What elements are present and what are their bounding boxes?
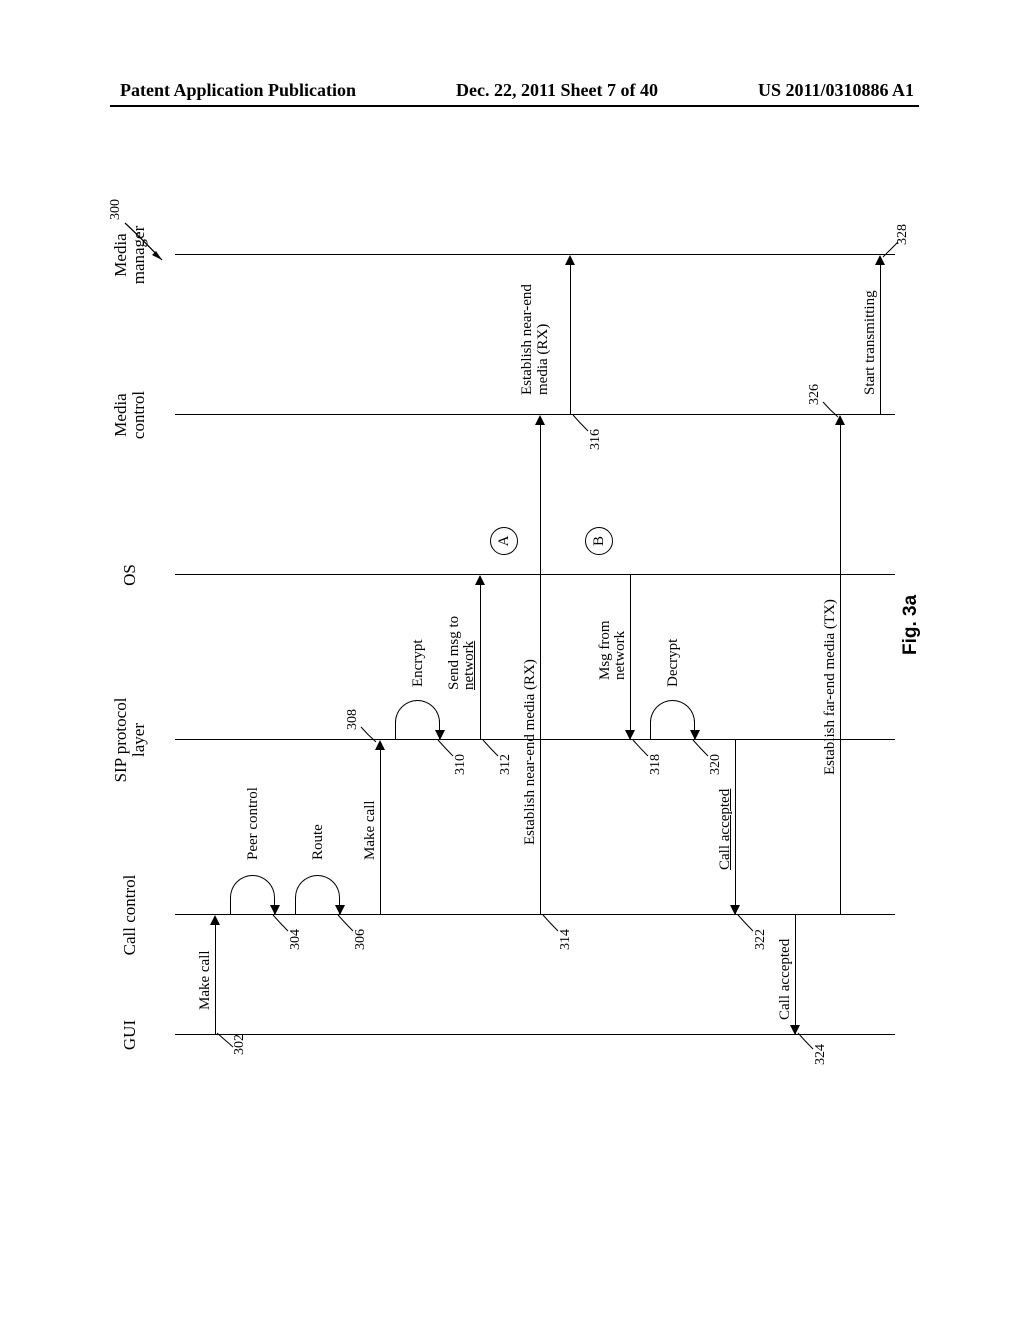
- ref-302: 302: [232, 1034, 248, 1055]
- lifeline-media-control-label: Mediacontrol: [112, 391, 148, 439]
- lifeline-gui-label: GUI: [120, 1020, 140, 1050]
- page-header: Patent Application Publication Dec. 22, …: [0, 80, 1024, 101]
- arrow-312: [480, 585, 481, 740]
- header-left: Patent Application Publication: [120, 80, 356, 101]
- ref-318: 318: [648, 754, 664, 775]
- arrow-314-head: [535, 415, 545, 425]
- msg-306-label: Route: [310, 824, 327, 860]
- header-right: US 2011/0310886 A1: [758, 80, 914, 101]
- marker-b: B: [585, 527, 613, 555]
- lifeline-sip-label: SIP protocollayer: [112, 698, 148, 783]
- lifeline-media-manager: [175, 254, 895, 255]
- marker-a: A: [490, 527, 518, 555]
- ref-314: 314: [558, 929, 574, 950]
- header-center: Dec. 22, 2011 Sheet 7 of 40: [456, 80, 658, 101]
- msg-322-label: Call accepted: [717, 789, 734, 870]
- arrow-316: [570, 265, 571, 415]
- arc-310: [395, 700, 440, 740]
- msg-308-label: Make call: [362, 800, 379, 860]
- arrow-328: [880, 265, 881, 415]
- ref-308: 308: [345, 709, 361, 730]
- ref-312: 312: [498, 754, 514, 775]
- ref-304: 304: [288, 929, 304, 950]
- arrow-312-head: [475, 575, 485, 585]
- ref-326: 326: [807, 384, 823, 405]
- lifeline-os: [175, 574, 895, 575]
- arrow-316-head: [565, 255, 575, 265]
- header-divider: [110, 105, 919, 107]
- ref-306: 306: [353, 929, 369, 950]
- arc-320: [650, 700, 695, 740]
- lifeline-os-label: OS: [120, 564, 140, 586]
- msg-328-label: Start transmitting: [862, 290, 879, 395]
- arc-306: [295, 875, 340, 915]
- ref-310: 310: [453, 754, 469, 775]
- lifeline-call-control-label: Call control: [120, 875, 140, 956]
- lifeline-gui: [175, 1034, 895, 1035]
- arrow-302-head: [210, 915, 220, 925]
- arrow-308: [380, 750, 381, 915]
- ref-322: 322: [753, 929, 769, 950]
- arrow-302: [215, 925, 216, 1035]
- diagram-wrapper: 300 GUI Call control SIP protocollayer O…: [120, 195, 910, 1075]
- arrow-326: [840, 425, 841, 915]
- ref-328: 328: [895, 224, 911, 245]
- msg-312-label: Send msg tonetwork: [447, 616, 477, 690]
- ref-320: 320: [708, 754, 724, 775]
- msg-320-label: Decrypt: [665, 639, 682, 687]
- msg-316-label: Establish near-endmedia (RX): [520, 284, 552, 395]
- ref-326-leader: [820, 398, 842, 420]
- msg-314-label: Establish near-end media (RX): [522, 659, 539, 845]
- msg-310-label: Encrypt: [410, 640, 427, 687]
- msg-324-label: Call accepted: [777, 939, 794, 1020]
- msg-326-label: Establish far-end media (TX): [822, 599, 839, 775]
- msg-318-label: Msg fromnetwork: [598, 620, 628, 680]
- arrow-314: [540, 425, 541, 915]
- arrow-318: [630, 575, 631, 740]
- msg-304-label: Peer control: [245, 787, 262, 860]
- ref-316: 316: [588, 429, 604, 450]
- msg-302-label: Make call: [197, 950, 214, 1010]
- arrow-324: [795, 915, 796, 1035]
- lifeline-media-manager-label: Mediamanager: [112, 226, 148, 285]
- figure-label: Fig. 3a: [900, 595, 922, 655]
- sequence-diagram: 300 GUI Call control SIP protocollayer O…: [120, 195, 910, 1075]
- arrow-322: [735, 740, 736, 915]
- ref-308-leader: [358, 723, 380, 745]
- ref-324: 324: [813, 1044, 829, 1065]
- arc-304: [230, 875, 275, 915]
